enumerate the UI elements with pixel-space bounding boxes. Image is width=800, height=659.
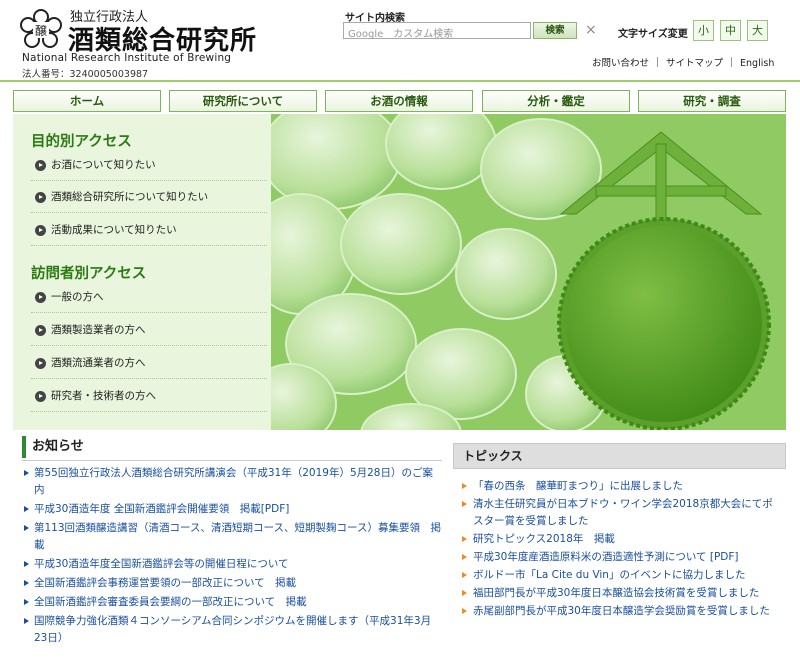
arrow-circle-icon — [35, 225, 46, 236]
access-panel: 目的別アクセス お酒について知りたい 酒類総合研究所について知りたい 活動成果に… — [13, 114, 271, 430]
font-size-label: 文字サイズ変更 — [618, 29, 688, 40]
nav-sake-info[interactable]: お酒の情報 — [325, 90, 473, 112]
hero-section: 目的別アクセス お酒について知りたい 酒類総合研究所について知りたい 活動成果に… — [13, 114, 786, 430]
topics-section: トピックス 「春の西条 醸華町まつり」に出展しました 清水主任研究員が日本ブドウ… — [453, 443, 786, 659]
divider — [22, 460, 442, 461]
access-item-distributors[interactable]: 酒類流通業者の方へ — [31, 348, 267, 379]
institute-logo-icon[interactable]: 醸 — [18, 8, 64, 54]
arrow-circle-icon — [35, 358, 46, 369]
topic-item[interactable]: 清水主任研究員が日本ブドウ・ワイン学会2018京都大会にてポスター賞を受賞しまし… — [459, 496, 783, 530]
search-button[interactable]: 検索 — [533, 22, 577, 39]
arrow-circle-icon — [35, 160, 46, 171]
header-divider — [0, 80, 800, 82]
corporate-number: 法人番号：3240005003987 — [22, 69, 149, 80]
news-item[interactable]: 平成30酒造年度 全国新酒鑑評会開催要領 掲載[PDF] — [22, 501, 442, 518]
news-title: お知らせ — [22, 436, 442, 458]
access-item-label: 酒類製造業者の方へ — [51, 324, 146, 336]
visitor-access-heading: 訪問者別アクセス — [31, 266, 147, 282]
topics-list: 「春の西条 醸華町まつり」に出展しました 清水主任研究員が日本ブドウ・ワイン学会… — [459, 478, 783, 621]
access-item-label: 研究者・技術者の方へ — [51, 390, 156, 402]
font-size-large-button[interactable]: 大 — [747, 20, 768, 41]
nav-analysis[interactable]: 分析・鑑定 — [482, 90, 630, 112]
topic-item[interactable]: ボルドー市「La Cite du Vin」のイベントに協力しました — [459, 567, 783, 584]
english-link[interactable]: English — [740, 58, 774, 69]
arrow-circle-icon — [35, 325, 46, 336]
svg-text:醸: 醸 — [35, 24, 47, 38]
access-item-label: 活動成果について知りたい — [51, 224, 177, 236]
hero-image — [271, 114, 786, 430]
global-nav: ホーム 研究所について お酒の情報 分析・鑑定 研究・調査 — [13, 90, 786, 112]
news-item[interactable]: 平成30酒造年度全国新酒鑑評会等の開催日程について — [22, 556, 442, 573]
news-item[interactable]: 国際競争力強化酒類４コンソーシアム合同シンポジウムを開催します（平成31年3月2… — [22, 613, 442, 647]
divider — [731, 57, 733, 67]
access-item-results[interactable]: 活動成果について知りたい — [31, 215, 267, 246]
sitemap-link[interactable]: サイトマップ — [666, 58, 723, 69]
purpose-access-heading: 目的別アクセス — [31, 134, 132, 150]
access-item-label: 酒類流通業者の方へ — [51, 357, 146, 369]
access-item-label: 一般の方へ — [51, 291, 104, 303]
font-size-small-button[interactable]: 小 — [693, 20, 714, 41]
news-item[interactable]: 全国新酒鑑評会事務運営要領の一部改正について 掲載 — [22, 575, 442, 592]
search-input[interactable]: Google カスタム検索 — [343, 22, 531, 40]
access-item-researchers[interactable]: 研究者・技術者の方へ — [31, 381, 267, 412]
access-item-label: 酒類総合研究所について知りたい — [51, 191, 209, 203]
utility-links: お問い合わせ サイトマップ English — [592, 55, 774, 69]
arrow-circle-icon — [35, 192, 46, 203]
divider — [657, 57, 659, 67]
arrow-circle-icon — [35, 391, 46, 402]
access-item-about-institute[interactable]: 酒類総合研究所について知りたい — [31, 182, 267, 213]
font-size-medium-button[interactable]: 中 — [720, 20, 741, 41]
site-header: 醸 独立行政法人 酒類総合研究所 National Research Insti… — [0, 0, 800, 80]
topic-item[interactable]: 福田部門長が平成30年度日本醸造協会技術賞を受賞しました — [459, 585, 783, 602]
access-item-manufacturers[interactable]: 酒類製造業者の方へ — [31, 315, 267, 346]
clear-search-icon[interactable]: × — [585, 22, 597, 38]
news-item[interactable]: 全国新酒鑑評会審査委員会要綱の一部改正について 掲載 — [22, 594, 442, 611]
access-item-about-sake[interactable]: お酒について知りたい — [31, 150, 267, 181]
nav-research[interactable]: 研究・調査 — [638, 90, 786, 112]
topic-item[interactable]: 赤尾副部門長が平成30年度日本醸造学会奨励賞を受賞しました — [459, 603, 783, 620]
contact-link[interactable]: お問い合わせ — [592, 58, 649, 69]
topics-title: トピックス — [453, 443, 786, 469]
topic-item[interactable]: 平成30年度産酒造原料米の酒造適性予測について [PDF] — [459, 549, 783, 566]
topic-item[interactable]: 「春の西条 醸華町まつり」に出展しました — [459, 478, 783, 495]
access-item-label: お酒について知りたい — [51, 159, 156, 171]
topic-item[interactable]: 研究トピックス2018年 掲載 — [459, 531, 783, 548]
news-item[interactable]: 第113回酒類醸造講習（清酒コース、清酒短期コース、短期製麹コース）募集要領 掲… — [22, 520, 442, 554]
arrow-circle-icon — [35, 292, 46, 303]
org-name-en: National Research Institute of Brewing — [22, 52, 232, 64]
access-item-general[interactable]: 一般の方へ — [31, 282, 267, 313]
news-list: 第55回独立行政法人酒類総合研究所講演会（平成31年（2019年）5月28日）の… — [22, 465, 442, 649]
news-item[interactable]: 第55回独立行政法人酒類総合研究所講演会（平成31年（2019年）5月28日）の… — [22, 465, 442, 499]
nav-about[interactable]: 研究所について — [169, 90, 317, 112]
nav-home[interactable]: ホーム — [13, 90, 161, 112]
